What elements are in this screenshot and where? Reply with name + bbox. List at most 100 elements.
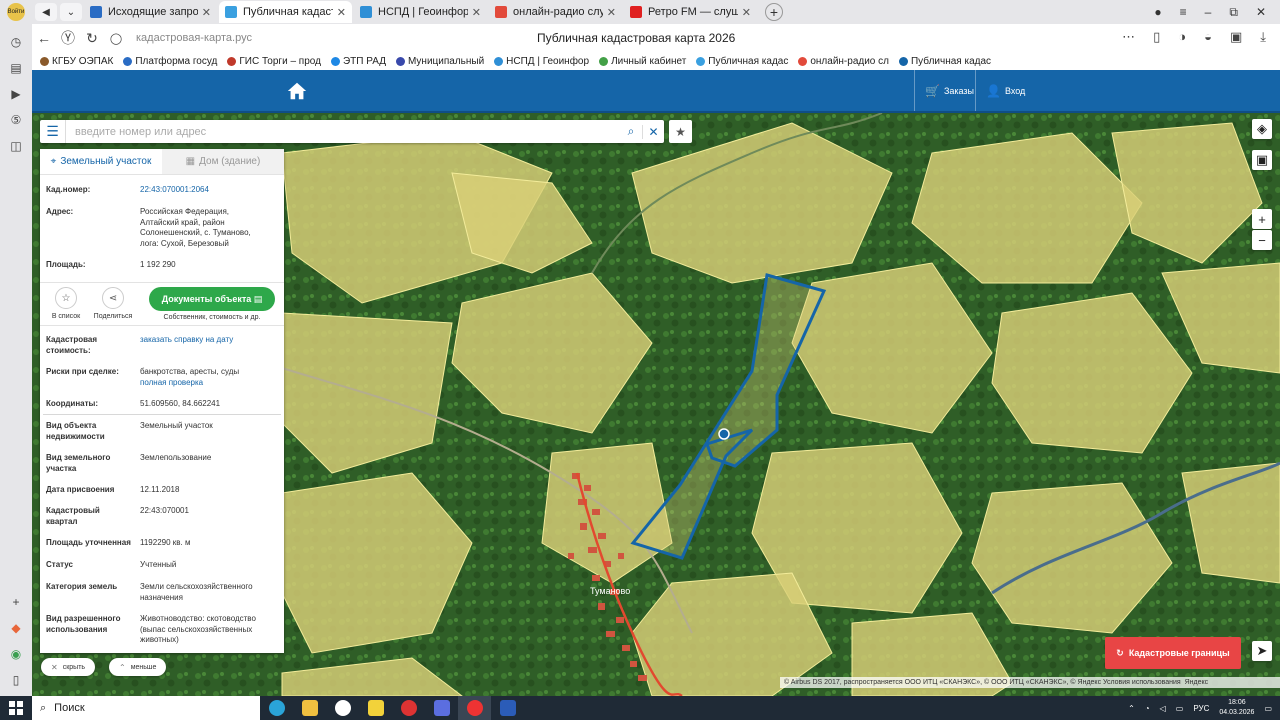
bookmark-item[interactable]: ГИС Торги – прод [227,56,321,67]
counter-icon[interactable]: ⑤ [8,112,24,128]
start-button[interactable] [0,696,32,720]
close-window-icon[interactable]: ✕ [1256,5,1266,19]
taskbar-app-word[interactable] [491,696,524,720]
bookmark-item[interactable]: онлайн-радио сл [798,56,889,67]
more-icon[interactable]: ⋯ [1122,29,1135,45]
bookmark-favicon-icon [898,56,908,66]
add-panel-icon[interactable]: + [8,594,24,610]
tab-building[interactable]: ▦ Дом (здание) [162,149,284,174]
search-input[interactable] [66,121,620,142]
taskbar-app-edge[interactable] [260,696,293,720]
battery-icon[interactable]: ▭ [1176,704,1184,713]
yandex-icon[interactable]: Ⓨ [56,28,80,48]
cad-number-link[interactable]: 22:43:070001:2064 [140,185,278,196]
profile-avatar-icon[interactable]: ● [1154,5,1161,19]
tab-close-icon[interactable]: ✕ [202,6,211,19]
minimize-icon[interactable]: – [1205,5,1212,19]
panel-toggle-icon[interactable]: ▯ [8,672,24,688]
bookmark-item[interactable]: ЭТП РАД [330,56,386,67]
map-view[interactable]: Туманово ☰ ⌕ ✕ ★ ◈ ▣ + − ➤ ⌖Земельный уч… [32,113,1280,696]
app-green-icon[interactable]: ◉ [8,646,24,662]
search-bar: ☰ ⌕ ✕ [40,120,664,143]
favorites-star-button[interactable]: ★ [669,120,692,143]
bookmark-item[interactable]: Публичная кадас [696,56,788,67]
media-icon[interactable]: ▶ [8,86,24,102]
tabs-menu-button[interactable]: ⌄ [60,3,82,21]
object-documents-button[interactable]: Документы объекта ▤ [149,287,275,311]
cadastral-borders-button[interactable]: ↻ Кадастровые границы [1105,637,1241,669]
taskbar-search[interactable]: ⌕ Поиск [32,696,260,720]
zoom-in-button[interactable]: + [1252,209,1272,229]
tab-land-plot[interactable]: ⌖ Земельный участок [40,149,162,174]
taskbar-app-explorer[interactable] [293,696,326,720]
clock[interactable]: 18:06 04.03.2026 [1219,698,1254,718]
taskbar-app-recorder[interactable] [392,696,425,720]
parcel-marker[interactable] [718,428,730,440]
tab-favicon-icon [225,6,237,18]
sound-button[interactable]: ◀ [35,3,57,21]
taskbar-app-yandex[interactable] [326,696,359,720]
bookmark-item[interactable]: НСПД | Геоинфор [494,56,589,67]
share-button[interactable]: ⋖ Поделиться [90,287,136,320]
bookmark-favicon-icon [123,56,133,66]
url-field[interactable]: кадастровая-карта.рус [136,32,276,44]
bookmark-item[interactable]: Личный кабинет [599,56,686,67]
add-to-list-button[interactable]: ☆ В список [46,287,86,320]
layers-icon[interactable]: ◈ [1252,119,1272,139]
browser-tab[interactable]: Публичная кадастровая✕ [219,1,352,23]
language-indicator[interactable]: РУС [1193,704,1209,713]
zoom-out-button[interactable]: − [1252,230,1272,250]
tab-close-icon[interactable]: ✕ [607,6,616,19]
chevron-up-icon[interactable]: ⌃ [1128,704,1135,713]
order-certificate-link[interactable]: заказать справку на дату [140,335,278,356]
login-button[interactable]: 👤 Вход [975,70,1035,111]
floppy-icon [433,700,450,716]
bookmark-item[interactable]: Публичная кадас [898,56,991,67]
restore-icon[interactable]: ⧉ [1229,5,1238,20]
clear-icon[interactable]: ✕ [642,124,664,139]
menu-icon[interactable]: ☰ [40,120,66,143]
tab-close-icon[interactable]: ✕ [337,6,346,19]
speaker-icon[interactable]: ◁ [1160,704,1166,713]
collections-icon[interactable]: ▣ [1230,29,1242,45]
downloads-icon[interactable]: ⤓ [1260,29,1266,45]
orders-button[interactable]: 🛒 Заказы [914,70,984,111]
bookmark-item[interactable]: КГБУ ОЭПАК [40,56,113,67]
full-check-link[interactable]: полная проверка [140,378,278,389]
notes-icon[interactable]: ▤ [8,60,24,76]
map-type-icon[interactable]: ▣ [1252,150,1272,170]
menu-icon[interactable]: ≡ [1180,5,1187,19]
profile-button[interactable]: Войти [0,0,32,24]
extension-icon[interactable]: ◑ [1178,29,1186,45]
system-tray: ⌃ ◔ ◁ ▭ РУС 18:06 04.03.2026 ▭ [1128,696,1280,720]
browser-tab[interactable]: онлайн-радио слушать бе✕ [489,1,622,23]
home-icon[interactable] [286,80,308,102]
history-icon[interactable]: ◷ [8,34,24,50]
taskbar-app-yandex-active[interactable] [458,696,491,720]
window-controls: ● ≡ – ⧉ ✕ [1154,0,1280,24]
tab-close-icon[interactable]: ✕ [472,6,481,19]
extension2-icon[interactable]: ◒ [1204,29,1212,45]
browser-tab[interactable]: Исходящие запросы СМЭ✕ [84,1,217,23]
network-icon[interactable]: ◔ [1145,704,1150,713]
browser-tab[interactable]: НСПД | Геоинформацион✕ [354,1,487,23]
bookmark-item[interactable]: Платформа госуд [123,56,217,67]
bookmark-item[interactable]: Муниципальный [395,56,484,67]
tab-close-icon[interactable]: ✕ [742,6,751,19]
geolocate-icon[interactable]: ➤ [1252,641,1272,661]
taskbar-app-save[interactable] [425,696,458,720]
devices-icon[interactable]: ◫ [8,138,24,154]
hide-panel-button[interactable]: ✕ скрыть [41,658,96,676]
notifications-icon[interactable]: ▭ [1264,704,1272,713]
new-tab-button[interactable]: + [765,3,783,21]
site-info-icon[interactable]: ◯ [104,32,128,45]
show-less-button[interactable]: ⌃ меньше [109,658,167,676]
reload-icon[interactable]: ↻ [80,30,104,47]
browser-tab[interactable]: Ретро FM — слушать✕ [624,1,757,23]
taskbar-app-batman[interactable] [359,696,392,720]
bookmark-icon[interactable]: ▯ [1153,29,1160,45]
back-icon[interactable]: ← [32,30,56,46]
app-orange-icon[interactable]: ◆ [8,620,24,636]
yandex-link[interactable]: Яндекс [1185,679,1209,686]
search-icon[interactable]: ⌕ [620,124,642,139]
